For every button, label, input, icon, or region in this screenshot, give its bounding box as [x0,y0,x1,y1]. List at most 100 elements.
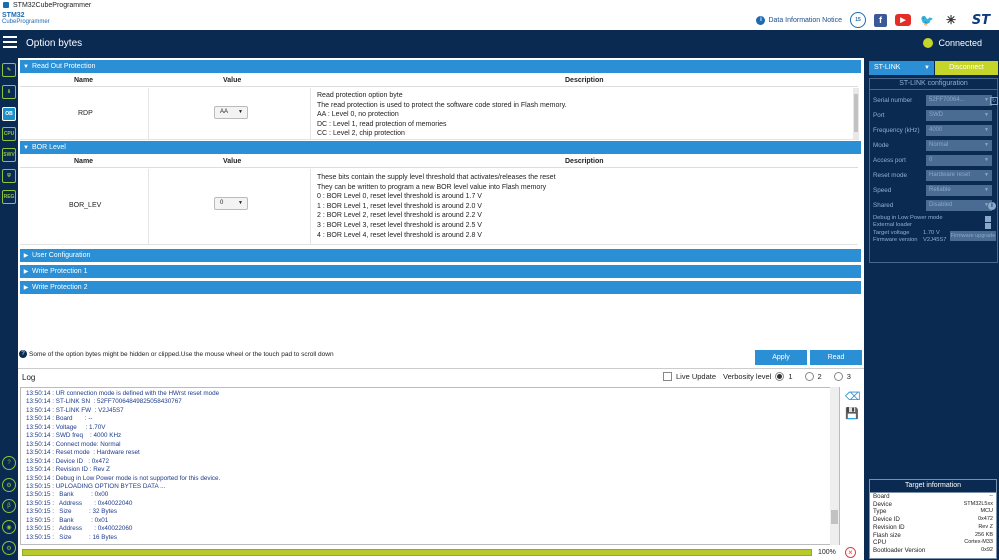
config-label: Speed [873,187,892,194]
plugin-icon[interactable]: ⚙ [2,478,16,492]
debug-low-power-checkbox[interactable] [985,216,991,222]
target-voltage-value: 1.70 V [923,230,940,236]
config-title: ST-LINK configuration [870,79,997,90]
desc-line: 4 : BOR Level 4, reset level threshold i… [317,231,482,239]
verbosity-label: Verbosity level [723,372,772,381]
verbosity-radio-3[interactable] [833,372,843,381]
data-info-notice-label: Data Information Notice [768,16,842,24]
verbosity-level: Verbosity level 1 2 3 [723,372,851,381]
config-label: Frequency (kHz) [873,127,920,134]
config-label: Reset mode [873,172,907,179]
speed-select[interactable]: Reliable ▼ [926,185,992,196]
download-icon[interactable]: ⬇ [2,85,16,99]
frequency-select[interactable]: 4000 ▼ [926,125,992,136]
target-label: Device [873,500,892,508]
desc-line: 3 : BOR Level 3, reset level threshold i… [317,221,482,229]
help-icon[interactable]: ? [2,456,16,470]
collapse-arrow-icon: ▶ [23,253,29,259]
connection-status-label: Connected [938,38,982,48]
target-label: Device ID [873,516,900,524]
status-indicator-icon [923,38,934,48]
security-icon[interactable]: ⛨ [2,169,16,183]
progress-bar [22,549,812,556]
section-title: Write Protection 2 [32,284,88,291]
rdp-scrollbar[interactable] [853,88,859,140]
interface-select[interactable]: ST-LINK ▼ [869,61,934,75]
progress-percent: 100% [818,549,836,556]
option-bytes-button[interactable]: OB [2,107,16,121]
config-label: Serial number [873,97,913,104]
refresh-icon[interactable]: ↻ [990,97,998,105]
config-row-port: Port SWD ▼ [873,110,995,122]
chevron-down-icon: ▼ [924,65,930,71]
section-bor-level[interactable]: ▼ BOR Level [20,141,861,154]
desc-line: 0 : BOR Level 0, reset level threshold i… [317,193,482,201]
memory-edit-icon[interactable]: ✎ [2,63,16,77]
desc-line: AA : Level 0, no protection [317,111,399,119]
port-select[interactable]: SWD ▼ [926,110,992,121]
data-info-notice-link[interactable]: i Data Information Notice [756,15,842,25]
log-line: 13:50:15 : Address : 0x40022040 [26,499,133,507]
rdp-value-select[interactable]: AA ▼ [214,106,248,119]
log-line: 13:50:14 : Reset mode : Hardware reset [26,449,140,457]
mode-select[interactable]: Normal ▼ [926,140,992,151]
live-update-toggle[interactable]: Live Update [663,372,716,381]
info-icon[interactable]: i [988,202,996,210]
target-row: Type MCU [870,508,996,516]
section-write-protection-1[interactable]: ▶ Write Protection 1 [20,265,861,278]
disconnect-button[interactable]: Disconnect [935,61,998,75]
apply-button[interactable]: Apply [755,350,807,365]
facebook-icon[interactable]: f [874,13,887,27]
external-loader-checkbox[interactable] [985,223,991,229]
config-value: SWD [929,112,943,118]
serial-number-select[interactable]: 52FF70064... ▼ [926,95,992,106]
scroll-hint: ? Some of the option bytes might be hidd… [19,350,334,358]
beta-icon[interactable]: β [2,499,16,513]
swv-button[interactable]: SWV [2,148,16,162]
cpu-button[interactable]: CPU [2,127,16,141]
target-row: Device ID 0x472 [870,516,996,524]
section-user-configuration[interactable]: ▶ User Configuration [20,249,861,262]
target-value: Rev Z [978,523,993,530]
section-read-out-protection[interactable]: ▼ Read Out Protection [20,60,861,73]
youtube-icon[interactable]: ▶ [895,14,911,26]
firmware-upgrade-button[interactable]: Firmware upgrade [950,231,996,241]
desc-line: DC : Level 1, read protection of memorie… [317,120,447,128]
col-value: Value [223,77,242,84]
live-update-checkbox[interactable] [663,372,672,381]
log-title: Log [22,373,36,382]
anniversary-badge-icon[interactable]: 15 [850,12,866,28]
circle-icon[interactable]: ◉ [2,520,16,534]
table-row: BOR_LEV 0 ▼ These bits contain the suppl… [20,169,858,245]
cancel-icon[interactable]: × [845,547,856,558]
save-log-icon[interactable]: 💾 [845,408,859,421]
target-info-title: Target information [870,480,996,493]
log-line: 13:50:15 : Address : 0x40022060 [26,525,133,533]
target-label: Board [873,493,890,500]
bor-value-select[interactable]: 0 ▼ [214,197,248,210]
log-scrollbar[interactable] [830,387,839,545]
clear-log-icon[interactable]: ⌫ [845,391,861,404]
section-write-protection-2[interactable]: ▶ Write Protection 2 [20,281,861,294]
verbosity-radio-1[interactable] [775,372,785,381]
access-port-select[interactable]: 0 ▼ [926,155,992,166]
hamburger-menu-icon[interactable] [3,36,17,50]
read-button[interactable]: Read [810,350,862,365]
settings-icon[interactable]: ⚙ [2,541,16,555]
st-logo[interactable]: ST [967,13,995,28]
network-icon[interactable]: ✳ [943,13,959,27]
log-line: 13:50:14 : UR connection mode is defined… [26,390,220,397]
log-scroll-thumb[interactable] [831,510,838,524]
desc-line: 1 : BOR Level 1, reset level threshold i… [317,202,482,210]
registers-button[interactable]: REG [2,190,16,204]
twitter-icon[interactable]: 🐦 [919,13,935,27]
reset-mode-select[interactable]: Hardware reset ▼ [926,170,992,181]
external-loader-label: External loader [873,222,912,228]
shared-select[interactable]: Disabled ▼ [926,200,992,211]
ob-name-bor-lev: BOR_LEV [69,202,102,209]
verbosity-radio-2[interactable] [804,372,814,381]
config-label: Mode [873,142,889,149]
brand-logo: STM32 CubeProgrammer [2,12,50,28]
section-title: BOR Level [32,144,66,151]
log-output[interactable]: 13:50:14 : UR connection mode is defined… [20,387,840,545]
